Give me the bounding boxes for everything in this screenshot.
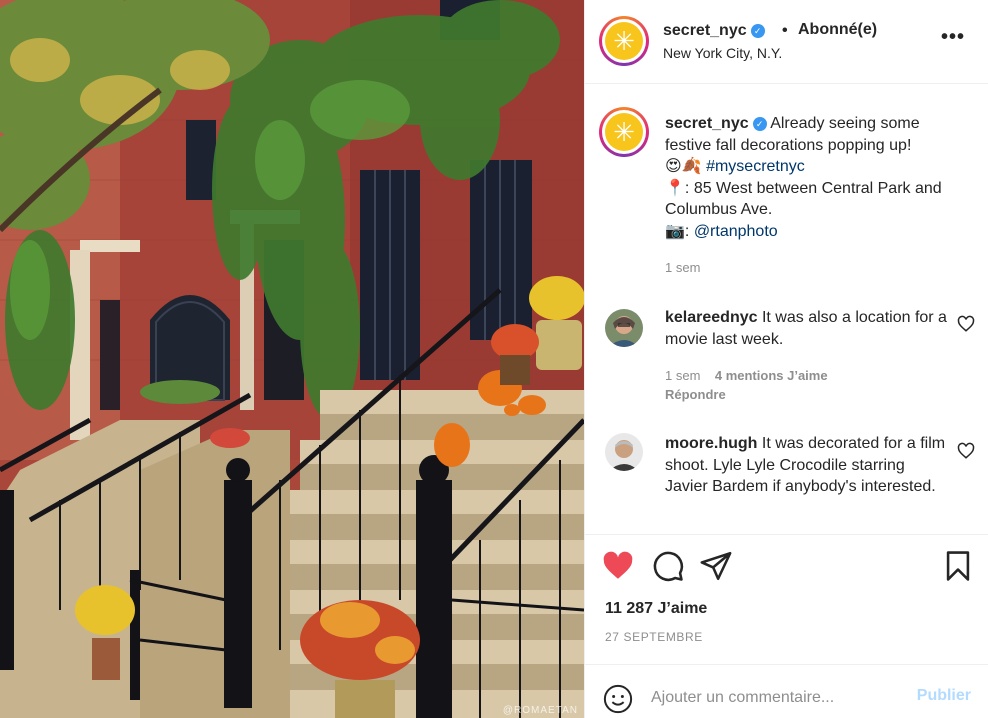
comment-username[interactable]: moore.hugh: [665, 435, 757, 452]
header-username-text[interactable]: secret_nyc: [663, 22, 747, 39]
comments-list[interactable]: ✳ secret_nyc ✓ Already seeing some festiv…: [585, 85, 988, 533]
header-separator: •: [782, 22, 788, 39]
comment-like-heart-icon[interactable]: [957, 315, 975, 333]
share-paper-plane-icon[interactable]: [699, 549, 733, 583]
like-heart-icon[interactable]: [601, 549, 635, 583]
comment-likes-count[interactable]: 4 mentions J’aime: [715, 368, 828, 383]
account-avatar[interactable]: ✳: [599, 16, 649, 66]
comment-meta: 1 sem 4 mentions J’aime: [665, 368, 828, 383]
header-username[interactable]: secret_nyc ✓: [663, 22, 765, 40]
post-side-panel: ✳ secret_nyc ✓ • Abonné(e) New York City,…: [584, 0, 988, 718]
post-photo[interactable]: @ROMAETAN: [0, 0, 584, 718]
verified-badge-icon: ✓: [752, 117, 767, 131]
photo-watermark: @ROMAETAN: [502, 705, 578, 716]
post-comment-button[interactable]: Publier: [917, 687, 971, 705]
comment-input[interactable]: [651, 683, 901, 713]
caption-address: : 85 West between Central Park and Colum…: [665, 179, 942, 219]
comment-bubble-icon[interactable]: [651, 549, 685, 583]
hashtag-link[interactable]: #mysecretnyc: [706, 158, 805, 175]
camera-emoji: 📷: [665, 222, 685, 240]
follow-status-button[interactable]: Abonné(e): [798, 21, 877, 39]
comment-like-heart-icon[interactable]: [957, 442, 975, 460]
reply-button[interactable]: Répondre: [665, 387, 726, 402]
pin-emoji: 📍: [665, 179, 685, 197]
caption-username[interactable]: secret_nyc: [665, 115, 749, 132]
more-options-icon[interactable]: •••: [941, 27, 965, 47]
comment-timestamp[interactable]: 1 sem: [665, 368, 700, 383]
caption-timestamp[interactable]: 1 sem: [665, 260, 700, 275]
add-comment-bar: Publier: [585, 664, 988, 718]
action-bar: [585, 534, 988, 582]
location-link[interactable]: New York City, N.Y.: [663, 45, 782, 61]
comment-text: kelareednyc It was also a location for a…: [665, 307, 947, 350]
brownstone-street-image: [0, 0, 584, 718]
save-bookmark-icon[interactable]: [941, 549, 975, 583]
emoji-smiley-icon[interactable]: [603, 684, 633, 714]
post-date[interactable]: 27 SEPTEMBRE: [605, 630, 703, 644]
likes-count[interactable]: 11 287 J’aime: [605, 600, 707, 618]
credit-separator: :: [684, 222, 694, 240]
photo-credit-link[interactable]: @rtanphoto: [694, 223, 778, 240]
comment-username[interactable]: kelareednyc: [665, 309, 758, 326]
caption-emojis: 😍🍂: [665, 158, 702, 175]
comment-avatar[interactable]: [605, 433, 643, 471]
caption-text: secret_nyc ✓ Already seeing some festive …: [665, 113, 965, 242]
caption-avatar[interactable]: ✳: [599, 107, 649, 157]
comment-avatar[interactable]: [605, 309, 643, 347]
asterisk-logo-icon: ✳: [605, 22, 643, 60]
asterisk-logo-icon: ✳: [605, 113, 643, 151]
comment-text: moore.hugh It was decorated for a film s…: [665, 433, 947, 498]
verified-badge-icon: ✓: [750, 24, 765, 38]
post-header: ✳ secret_nyc ✓ • Abonné(e) New York City,…: [585, 0, 988, 84]
